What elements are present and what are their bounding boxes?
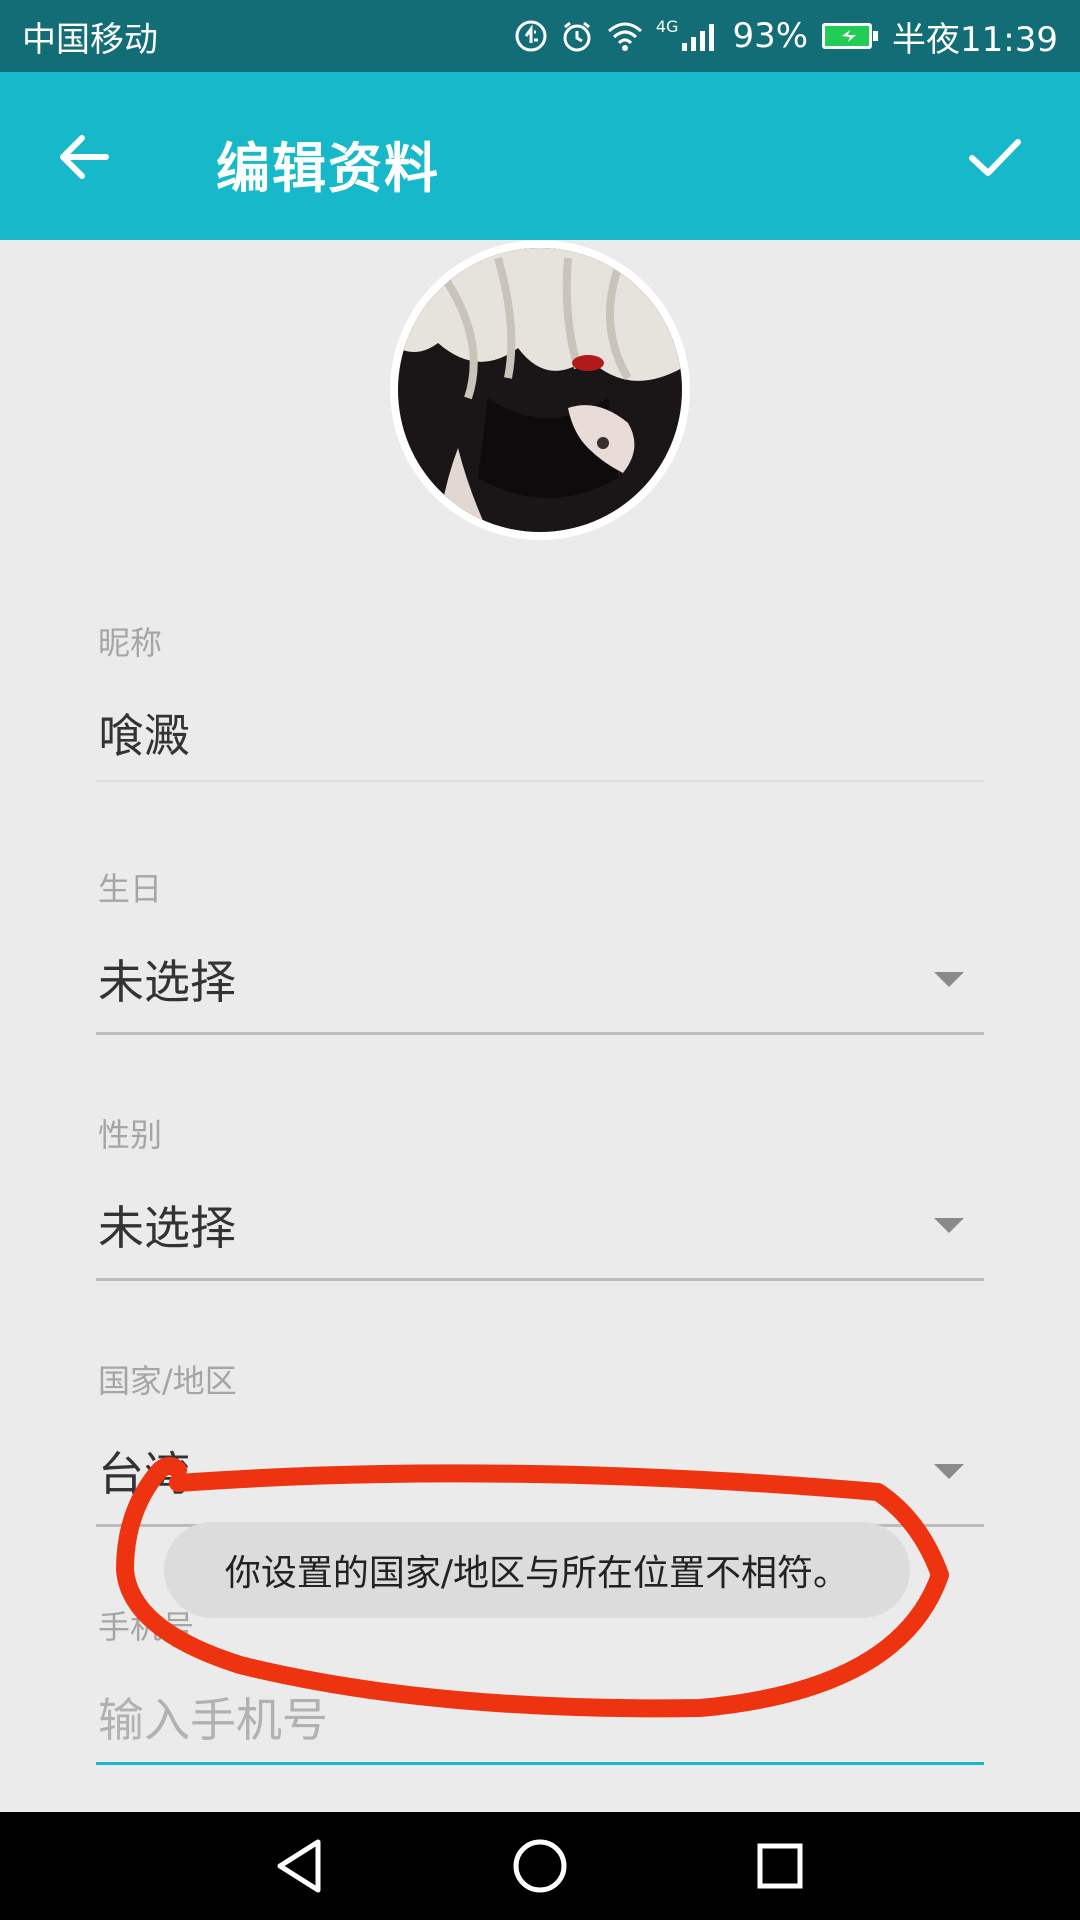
- alarm-icon: [560, 19, 594, 53]
- back-triangle-icon: [277, 1839, 321, 1893]
- phone-field[interactable]: 手机号 输入手机号: [96, 1602, 984, 1774]
- edit-profile-screen: 中国移动 4G 93% 半夜11:39 编辑资料 昵称 喰澱 生日 未选择 性别…: [0, 0, 1080, 1920]
- clock-label: 半夜11:39: [892, 19, 1058, 60]
- nickname-label: 昵称: [98, 624, 163, 662]
- page-title: 编辑资料: [216, 137, 440, 200]
- recents-square-icon: [757, 1843, 803, 1889]
- birthday-underline: [96, 1032, 984, 1035]
- birthday-label: 生日: [98, 870, 163, 908]
- birthday-value: 未选择: [98, 955, 236, 1009]
- birthday-dropdown[interactable]: 生日 未选择: [96, 864, 984, 1036]
- toast-text: 你设置的国家/地区与所在位置不相符。: [224, 1553, 850, 1594]
- nickname-value[interactable]: 喰澱: [98, 700, 190, 766]
- region-dropdown[interactable]: 国家/地区 台湾: [96, 1356, 984, 1528]
- avatar[interactable]: [390, 240, 690, 540]
- phone-input[interactable]: 输入手机号: [98, 1684, 328, 1750]
- save-button[interactable]: [960, 122, 1030, 192]
- back-button[interactable]: [50, 122, 120, 192]
- phone-underline: [96, 1762, 984, 1765]
- gender-value: 未选择: [98, 1201, 236, 1255]
- nav-recents-button[interactable]: [748, 1834, 812, 1898]
- signal-icon: 4G: [656, 19, 721, 53]
- gender-label: 性别: [98, 1116, 163, 1154]
- nav-back-button[interactable]: [268, 1834, 332, 1898]
- region-label: 国家/地区: [98, 1362, 237, 1400]
- wifi-icon: [606, 19, 644, 53]
- gender-dropdown[interactable]: 性别 未选择: [96, 1110, 984, 1282]
- app-bar: 编辑资料: [0, 72, 1080, 240]
- home-circle-icon: [513, 1839, 567, 1893]
- checkmark-icon: [969, 139, 1021, 176]
- gender-underline: [96, 1278, 984, 1281]
- toast-message: 你设置的国家/地区与所在位置不相符。: [164, 1522, 910, 1618]
- carrier-label: 中国移动: [22, 19, 158, 60]
- arrow-left-icon: [60, 135, 109, 179]
- navigation-bar: [0, 1812, 1080, 1920]
- nav-home-button[interactable]: [508, 1834, 572, 1898]
- network-type-label: 4G: [655, 17, 679, 36]
- region-value: 台湾: [98, 1447, 190, 1501]
- chevron-down-icon: [934, 972, 964, 987]
- status-bar: 中国移动 4G 93% 半夜11:39: [0, 0, 1080, 72]
- phone-label: 手机号: [98, 1608, 195, 1646]
- nickname-underline: [96, 780, 984, 782]
- chevron-down-icon: [934, 1218, 964, 1233]
- chevron-down-icon: [934, 1464, 964, 1479]
- battery-percent: 93%: [732, 16, 809, 56]
- nickname-field[interactable]: 昵称 喰澱: [96, 618, 984, 788]
- battery-charging-icon: [820, 21, 880, 51]
- data-saver-icon: [514, 19, 548, 53]
- avatar-image: [398, 248, 682, 532]
